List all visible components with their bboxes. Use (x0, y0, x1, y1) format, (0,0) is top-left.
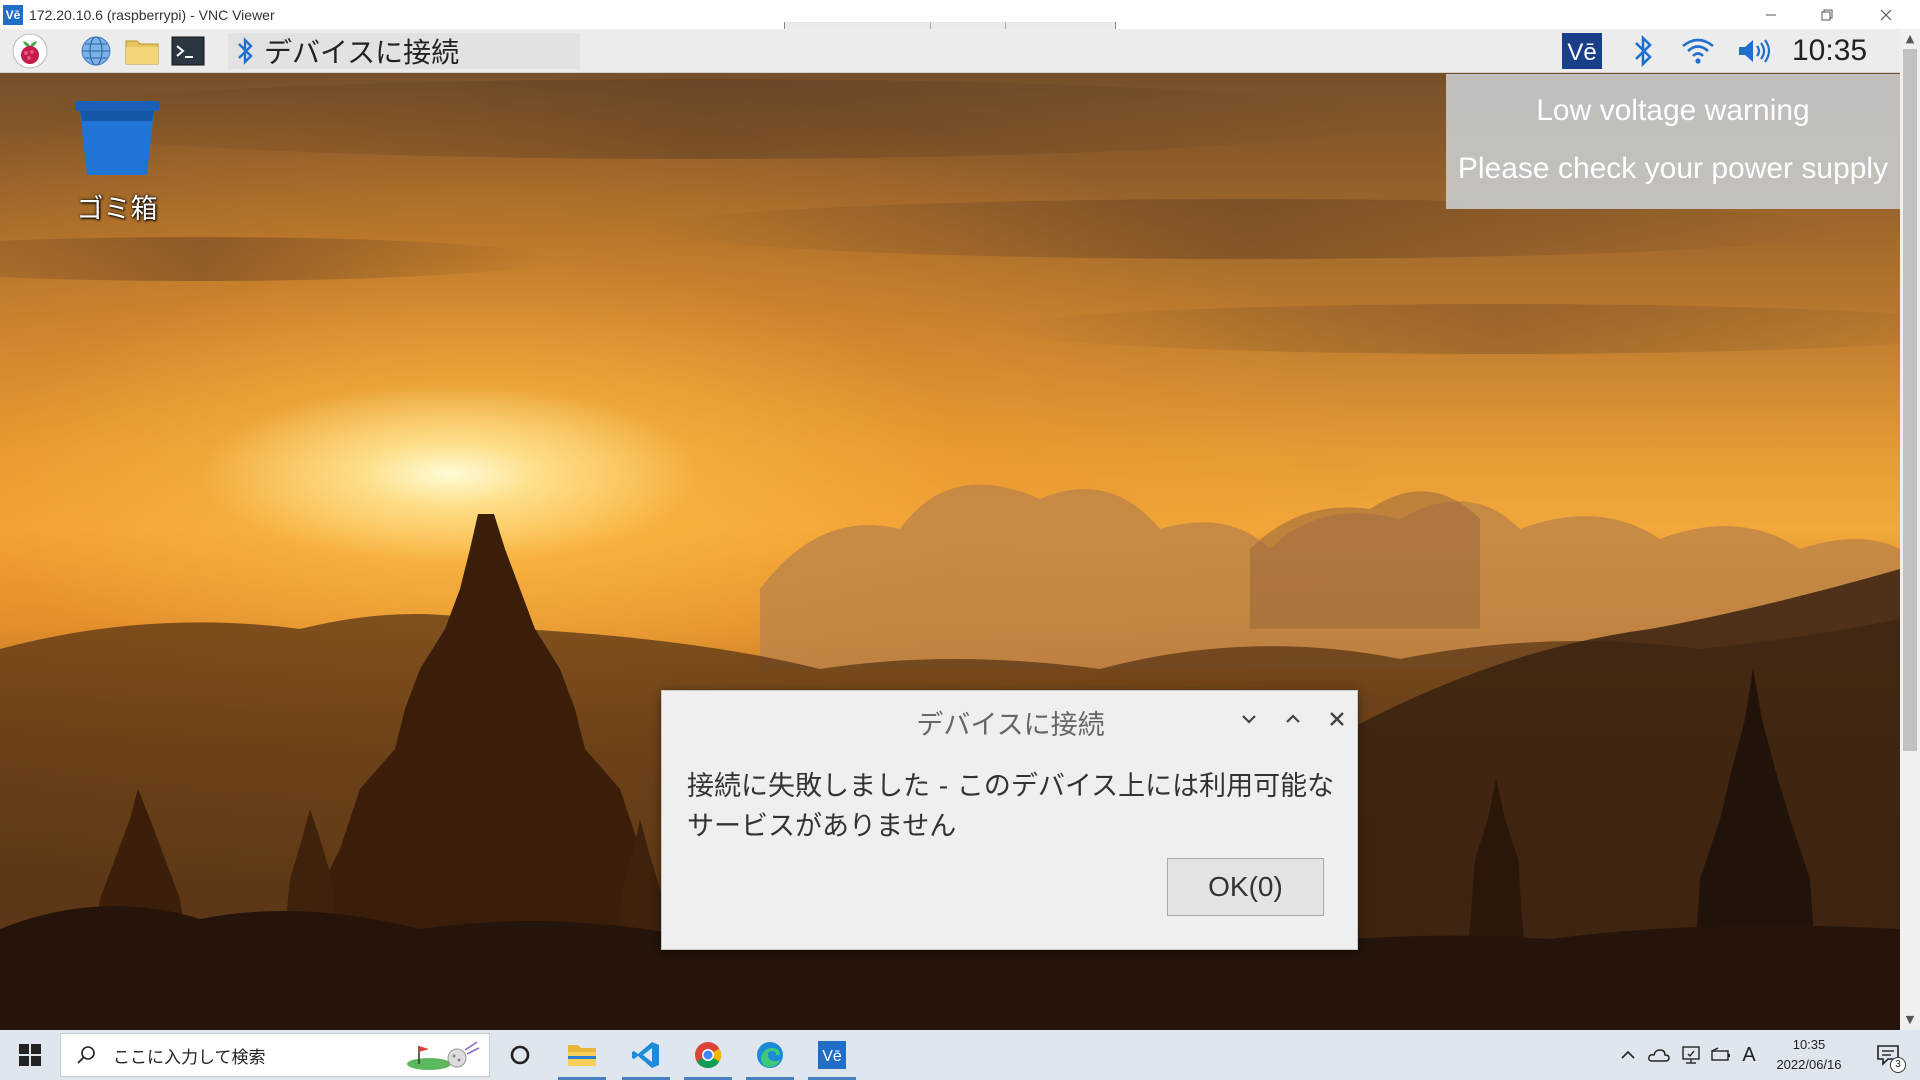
notification-count-badge: 3 (1890, 1057, 1906, 1073)
close-icon (1880, 9, 1892, 20)
notification-title: Low voltage warning (1536, 94, 1810, 127)
restore-button[interactable] (1799, 0, 1855, 29)
taskbar-window-label: デバイスに接続 (264, 36, 460, 69)
taskbar-vscode[interactable] (618, 1030, 674, 1080)
notification-body: Please check your power supply (1457, 152, 1889, 185)
web-browser-icon[interactable] (78, 33, 114, 69)
onedrive-icon[interactable] (1644, 1030, 1674, 1080)
cortana-button[interactable] (494, 1030, 546, 1080)
ime-indicator[interactable]: A (1736, 1030, 1762, 1080)
svg-text:Vē: Vē (1567, 39, 1596, 66)
minimize-icon (1766, 14, 1776, 15)
vnc-viewer-logo-icon: Vē (3, 4, 23, 25)
window-title: 172.20.10.6 (raspberrypi) - VNC Viewer (29, 6, 275, 23)
power-plug-icon[interactable] (1706, 1030, 1736, 1080)
vnc-server-icon[interactable]: Vē (1562, 33, 1602, 69)
minimize-button[interactable] (1743, 0, 1799, 29)
taskbar-clock[interactable]: 10:35 2022/06/16 (1764, 1035, 1854, 1075)
connection-failed-dialog: デバイスに接続 接続に失敗しました - このデバイス上には利用可能なサービスがあ… (661, 690, 1358, 950)
windows-taskbar: ここに入力して検索 Vē A 10:35 2022/06/16 3 (0, 1030, 1920, 1080)
trash-label: ゴミ箱 (76, 194, 158, 225)
vnc-viewer-icon: Vē (818, 1041, 846, 1069)
taskbar-window-button[interactable]: デバイスに接続 (228, 33, 580, 69)
close-icon (1330, 712, 1344, 726)
action-center-button[interactable]: 3 (1866, 1030, 1910, 1080)
taskbar-vnc-viewer[interactable]: Vē (804, 1030, 860, 1080)
clock-date: 2022/06/16 (1776, 1057, 1842, 1072)
cortana-circle-icon (510, 1045, 530, 1065)
search-highlight-icon[interactable] (401, 1038, 481, 1074)
restore-icon (1821, 9, 1833, 20)
chevron-up-icon (1286, 714, 1300, 723)
edge-icon (757, 1042, 783, 1068)
bluetooth-icon[interactable] (1625, 33, 1661, 69)
terminal-icon[interactable] (170, 33, 206, 69)
vnc-vertical-scrollbar[interactable]: ▲ ▼ (1900, 29, 1920, 1030)
close-button[interactable] (1858, 0, 1914, 29)
dialog-close-button[interactable] (1323, 705, 1351, 733)
search-placeholder: ここに入力して検索 (113, 1047, 266, 1068)
chevron-up-icon (1621, 1050, 1635, 1059)
file-manager-icon[interactable] (124, 33, 160, 69)
scroll-up-icon[interactable]: ▲ (1900, 29, 1920, 49)
svg-text:Vē: Vē (822, 1048, 842, 1065)
taskbar-edge[interactable] (742, 1030, 798, 1080)
rpi-taskbar: デバイスに接続 Vē 10:35 (0, 29, 1900, 73)
dialog-minimize-button[interactable] (1235, 705, 1263, 733)
bluetooth-icon (238, 37, 253, 65)
taskbar-search-box[interactable]: ここに入力して検索 (60, 1033, 490, 1077)
chrome-icon (695, 1042, 722, 1069)
wifi-icon[interactable] (1680, 33, 1716, 69)
start-button[interactable] (0, 1030, 60, 1080)
network-icon[interactable] (1676, 1030, 1706, 1080)
dialog-message: 接続に失敗しました - このデバイス上には利用可能なサービスがありません (687, 771, 1335, 842)
remote-desktop[interactable]: デバイスに接続 Vē 10:35 ゴミ箱 Low voltage warning… (0, 29, 1900, 1030)
chevron-down-icon (1242, 715, 1256, 724)
taskbar-file-explorer[interactable] (554, 1030, 610, 1080)
dialog-maximize-button[interactable] (1279, 705, 1307, 733)
ok-button[interactable]: OK(0) (1167, 858, 1324, 916)
scrollbar-thumb[interactable] (1903, 49, 1917, 751)
vscode-icon (632, 1042, 659, 1068)
clock-time: 10:35 (1792, 1037, 1826, 1052)
scroll-down-icon[interactable]: ▼ (1900, 1010, 1920, 1030)
volume-icon[interactable] (1736, 33, 1772, 69)
low-voltage-notification[interactable]: Low voltage warning Please check your po… (1446, 74, 1900, 209)
search-icon (77, 1046, 95, 1064)
trash-icon (75, 101, 159, 175)
windows-logo-icon (19, 1044, 41, 1066)
desktop-trash[interactable]: ゴミ箱 (64, 99, 170, 226)
file-explorer-icon (568, 1045, 596, 1066)
taskbar-chrome[interactable] (680, 1030, 736, 1080)
show-hidden-icons-button[interactable] (1614, 1030, 1642, 1080)
raspberry-menu-icon[interactable] (12, 33, 48, 69)
panel-clock[interactable]: 10:35 (1792, 33, 1867, 69)
